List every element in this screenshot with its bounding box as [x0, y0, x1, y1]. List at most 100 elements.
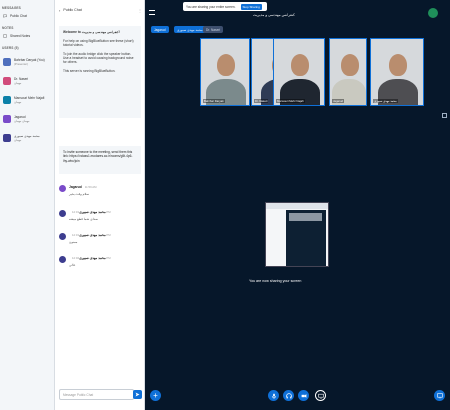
user-name: محمد مهدی صبوری — [14, 133, 40, 138]
user-role: مهمان — [14, 80, 22, 85]
preview-tiles — [289, 213, 322, 221]
avatar — [59, 210, 66, 217]
headphones-icon — [285, 392, 292, 398]
send-icon — [135, 392, 140, 397]
invite-message: To invite someone to the meeting, send t… — [59, 146, 141, 174]
avatar — [3, 114, 11, 123]
message-author: محمد مهدی صبوری — [79, 210, 106, 214]
chevron-left-icon[interactable]: ‹ — [59, 8, 60, 13]
talking-indicator: محمد مهدی صبوری — [174, 26, 206, 33]
microphone-icon — [271, 393, 276, 399]
user-list-sidebar: MESSAGES Public Chat NOTES Shared Notes … — [0, 0, 55, 410]
video-name: Dr. Naseri — [254, 99, 269, 103]
recording-icon[interactable] — [428, 8, 438, 18]
chat-message: محمد مهدی صبوری12:02 PM عالی — [59, 256, 111, 267]
user-item[interactable]: محمد مهدی صبوری مهمان — [0, 128, 54, 147]
shared-notes-label: Shared Notes — [10, 34, 31, 38]
welcome-line: Welcome to کنفرانس مهندسی و مدیریت! — [63, 30, 120, 34]
top-bar: You are sharing your entire screen. Stop… — [145, 0, 450, 27]
users-header: USERS (5) — [2, 46, 19, 50]
message-time: 11:59 AM — [84, 185, 97, 189]
user-item[interactable]: Dr. Naseri مهمان — [0, 71, 54, 90]
participant-face — [389, 54, 407, 76]
talker-name: محمد مهدی صبوری — [177, 27, 203, 32]
messages-header: MESSAGES — [2, 6, 21, 10]
avatar — [59, 256, 66, 263]
avatar — [59, 233, 66, 240]
public-chat-item[interactable]: Public Chat — [0, 12, 54, 20]
chat-message: Jagarud 11:59 AM سلام وقت بخیر — [59, 185, 96, 196]
participant-face — [341, 54, 359, 76]
screenshare-icon — [317, 393, 324, 399]
public-chat-label: Public Chat — [10, 14, 27, 18]
chat-panel: ‹ Public Chat ⋮ Welcome to کنفرانس مهندس… — [55, 0, 145, 410]
message-author: محمد مهدی صبوری — [79, 256, 106, 260]
video-name: Mansouri Mehr Najafi — [276, 99, 305, 103]
sharing-status: You are now sharing your screen — [249, 279, 302, 283]
video-name: Jagarud — [332, 99, 345, 103]
presentation-toggle-button[interactable] — [434, 390, 445, 401]
user-item[interactable]: Bahrbar Daryak (You) (Presenter) — [0, 52, 54, 71]
microphone-button[interactable] — [268, 390, 279, 401]
camera-button[interactable] — [298, 390, 309, 401]
participant-face — [217, 54, 235, 76]
avatar — [3, 76, 11, 85]
message-text: صدای شما قطع میشه — [69, 217, 98, 221]
chat-title: Public Chat — [63, 8, 82, 12]
chat-input-placeholder: Message Public Chat — [63, 393, 94, 397]
welcome-line: To join the audio bridge click the speak… — [63, 51, 134, 65]
user-name: Mansouri Mehr Najafi — [14, 95, 45, 100]
talking-indicator: Jagarud — [151, 26, 169, 33]
avatar — [3, 95, 11, 104]
user-role: مهمان — [14, 137, 22, 142]
welcome-line: For help on using BigBlueButton see thes… — [63, 38, 134, 48]
message-author: Jagarud — [69, 185, 82, 189]
users-toggle-icon[interactable] — [149, 10, 155, 15]
user-name: Dr. Naseri — [14, 76, 29, 81]
video-tile[interactable]: Jagarud — [329, 38, 367, 106]
send-button[interactable] — [133, 390, 142, 399]
user-item[interactable]: Jagarud مهمان مهمان — [0, 109, 54, 128]
user-role: (Presenter) — [14, 61, 28, 66]
welcome-message: Welcome to کنفرانس مهندسی و مدیریت! For … — [59, 26, 141, 118]
action-bar: + — [145, 382, 450, 410]
fullscreen-icon[interactable] — [442, 113, 447, 118]
meeting-title: کنفرانس مهندسی و مدیریت — [253, 13, 295, 17]
video-tile[interactable]: Mansouri Mehr Najafi — [273, 38, 325, 106]
notes-header: NOTES — [2, 26, 14, 30]
talker-name: Jagarud — [154, 27, 166, 32]
screenshare-button[interactable] — [315, 390, 326, 401]
stop-sharing-button[interactable]: Stop Sharing — [240, 3, 262, 10]
talking-indicator: Dr. Naseri — [203, 26, 224, 33]
talker-name: Dr. Naseri — [206, 27, 221, 32]
camera-icon — [301, 393, 306, 398]
banner-text: You are sharing your entire screen. — [186, 4, 236, 9]
video-tile[interactable]: Bahrbar Daryak — [200, 38, 250, 106]
screen-share-preview — [265, 202, 329, 267]
user-item[interactable]: Mansouri Mehr Najafi مهمان — [0, 90, 54, 109]
user-role: مهمان — [14, 99, 22, 104]
shared-notes-item[interactable]: Shared Notes — [0, 32, 54, 40]
participant-face — [291, 54, 309, 76]
note-icon — [3, 34, 7, 38]
welcome-line: This server is running BigBlueButton. — [63, 69, 116, 74]
chat-input[interactable]: Message Public Chat — [59, 389, 134, 400]
audio-button[interactable] — [283, 390, 294, 401]
meeting-stage: You are sharing your entire screen. Stop… — [145, 0, 450, 410]
video-tile[interactable]: محمد مهدی صبوری — [370, 38, 424, 106]
user-name: Bahrbar Daryak (You) — [14, 57, 45, 62]
more-icon[interactable]: ⋮ — [138, 8, 142, 13]
video-name: Bahrbar Daryak — [203, 99, 225, 103]
video-name: محمد مهدی صبوری — [373, 99, 398, 103]
avatar — [3, 133, 11, 142]
plus-button[interactable]: + — [150, 390, 161, 401]
avatar — [59, 185, 66, 192]
chat-message: محمد مهدی صبوری12:01 PM صدای شما قطع میش… — [59, 210, 111, 221]
avatar — [3, 57, 11, 66]
chat-header[interactable]: ‹ Public Chat ⋮ — [55, 0, 144, 20]
chat-icon — [3, 14, 7, 18]
screen-share-banner: You are sharing your entire screen. Stop… — [183, 2, 267, 11]
chat-message: محمد مهدی صبوری12:01 PM ممنون — [59, 233, 111, 244]
user-list: Bahrbar Daryak (You) (Presenter) Dr. Nase… — [0, 52, 54, 147]
user-role: مهمان مهمان — [14, 118, 30, 123]
